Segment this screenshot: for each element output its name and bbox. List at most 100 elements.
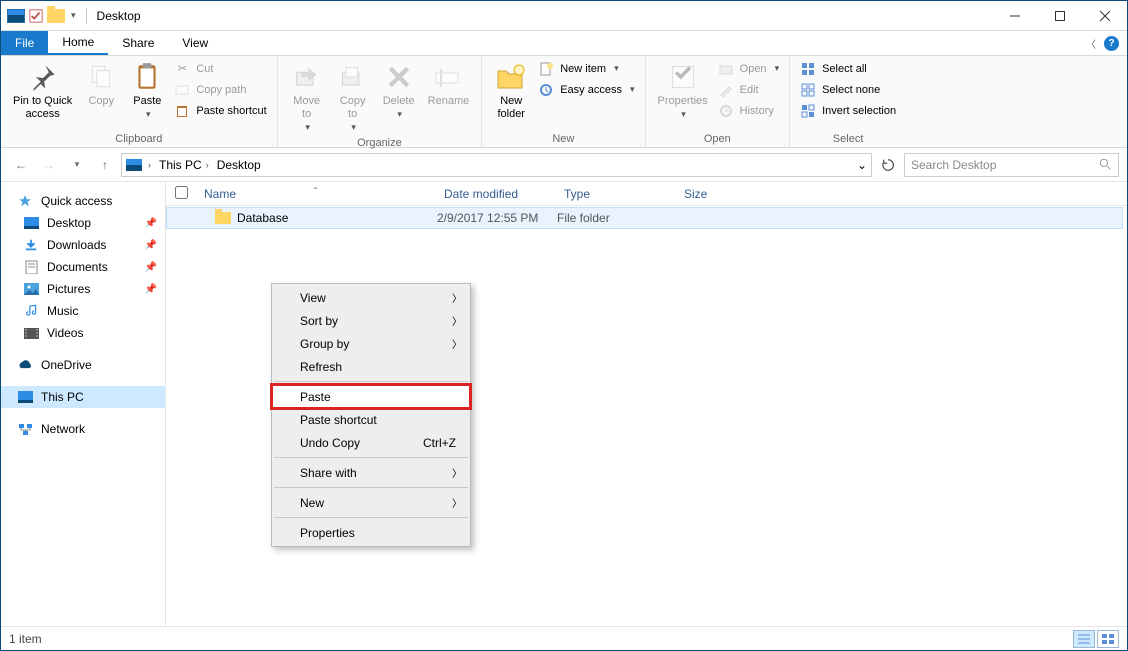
tab-file[interactable]: File bbox=[1, 31, 48, 55]
close-button[interactable] bbox=[1082, 1, 1127, 30]
search-input[interactable]: Search Desktop bbox=[904, 153, 1119, 177]
breadcrumb-desktop[interactable]: Desktop bbox=[215, 158, 263, 172]
location-icon bbox=[126, 159, 142, 171]
chevron-right-icon: 〉 bbox=[452, 495, 462, 510]
context-menu-paste-shortcut[interactable]: Paste shortcut bbox=[272, 408, 470, 431]
select-all-button[interactable]: Select all bbox=[796, 58, 900, 79]
context-menu-sort-by[interactable]: Sort by〉 bbox=[272, 309, 470, 332]
sidebar-item-desktop[interactable]: Desktop📌 bbox=[1, 212, 165, 234]
invert-selection-button[interactable]: Invert selection bbox=[796, 100, 900, 121]
maximize-button[interactable] bbox=[1037, 1, 1082, 30]
network-icon bbox=[17, 421, 33, 437]
context-menu-properties[interactable]: Properties bbox=[272, 521, 470, 544]
sidebar-item-music[interactable]: Music bbox=[1, 300, 165, 322]
view-large-icons-button[interactable] bbox=[1097, 630, 1119, 648]
context-menu-refresh[interactable]: Refresh bbox=[272, 355, 470, 378]
rename-icon bbox=[432, 61, 464, 93]
column-header-date[interactable]: Date modified bbox=[436, 187, 556, 201]
column-headers: Name⌃ Date modified Type Size bbox=[166, 182, 1127, 206]
sidebar-this-pc[interactable]: This PC bbox=[1, 386, 165, 408]
recent-dropdown[interactable]: ▾ bbox=[65, 153, 89, 177]
easy-access-button[interactable]: Easy access▾ bbox=[534, 79, 638, 100]
sidebar-item-videos[interactable]: Videos bbox=[1, 322, 165, 344]
properties-button: Properties▾ bbox=[652, 58, 714, 124]
select-all-icon bbox=[800, 61, 816, 77]
delete-icon bbox=[383, 61, 415, 93]
open-icon bbox=[718, 61, 734, 77]
copy-path-icon bbox=[174, 82, 190, 98]
pictures-icon bbox=[23, 281, 39, 297]
column-header-size[interactable]: Size bbox=[676, 187, 756, 201]
ribbon-group-organize: Move to▾ Copy to▾ Delete▾ Rename Organiz… bbox=[278, 56, 483, 147]
select-none-button[interactable]: Select none bbox=[796, 79, 900, 100]
sidebar-onedrive[interactable]: OneDrive bbox=[1, 354, 165, 376]
delete-button: Delete▾ bbox=[376, 58, 422, 124]
this-pc-icon bbox=[17, 389, 33, 405]
chevron-right-icon: 〉 bbox=[452, 313, 462, 328]
column-header-type[interactable]: Type bbox=[556, 187, 676, 201]
app-monitor-icon bbox=[7, 9, 25, 23]
pin-icon: 📌 bbox=[145, 240, 157, 251]
folder-icon bbox=[47, 9, 65, 23]
content-area: Quick access Desktop📌 Downloads📌 Documen… bbox=[1, 182, 1127, 626]
sidebar-quick-access[interactable]: Quick access bbox=[1, 190, 165, 212]
context-menu-paste[interactable]: Paste bbox=[272, 385, 470, 408]
folder-icon bbox=[215, 212, 231, 224]
rename-button: Rename bbox=[422, 58, 476, 111]
minimize-button[interactable] bbox=[992, 1, 1037, 30]
up-button[interactable]: ↑ bbox=[93, 153, 117, 177]
title-bar: ▾ Desktop bbox=[1, 1, 1127, 31]
help-icon[interactable]: ? bbox=[1104, 36, 1119, 51]
view-details-button[interactable] bbox=[1073, 630, 1095, 648]
tab-view[interactable]: View bbox=[168, 31, 222, 55]
context-menu-new[interactable]: New〉 bbox=[272, 491, 470, 514]
column-header-name[interactable]: Name⌃ bbox=[196, 187, 436, 201]
select-all-checkbox[interactable] bbox=[175, 186, 188, 199]
new-item-icon bbox=[538, 61, 554, 77]
context-menu-undo-copy[interactable]: Undo CopyCtrl+Z bbox=[272, 431, 470, 454]
chevron-right-icon: 〉 bbox=[452, 465, 462, 480]
edit-button: Edit bbox=[714, 79, 783, 100]
tab-share[interactable]: Share bbox=[108, 31, 168, 55]
onedrive-icon bbox=[17, 357, 33, 373]
sidebar-network[interactable]: Network bbox=[1, 418, 165, 440]
search-icon bbox=[1099, 158, 1112, 171]
refresh-button[interactable] bbox=[876, 158, 900, 172]
ribbon: Pin to Quick access Copy Paste ▾ ✂Cut Co… bbox=[1, 56, 1127, 148]
pin-icon bbox=[27, 61, 59, 93]
paste-shortcut-icon bbox=[174, 103, 190, 119]
back-button[interactable]: ← bbox=[9, 153, 33, 177]
chevron-down-icon[interactable]: ▾ bbox=[71, 10, 76, 21]
cut-button: ✂Cut bbox=[170, 58, 270, 79]
sidebar-item-pictures[interactable]: Pictures📌 bbox=[1, 278, 165, 300]
ribbon-group-clipboard: Pin to Quick access Copy Paste ▾ ✂Cut Co… bbox=[1, 56, 278, 147]
forward-button: → bbox=[37, 153, 61, 177]
context-menu-group-by[interactable]: Group by〉 bbox=[272, 332, 470, 355]
pin-to-quick-access-button[interactable]: Pin to Quick access bbox=[7, 58, 78, 124]
context-menu-view[interactable]: View〉 bbox=[272, 286, 470, 309]
chevron-down-icon[interactable]: ▾ bbox=[146, 108, 151, 121]
address-bar[interactable]: › This PC› Desktop ⌄ bbox=[121, 153, 872, 177]
new-folder-button[interactable]: New folder bbox=[488, 58, 534, 124]
tab-home[interactable]: Home bbox=[48, 31, 108, 55]
new-item-button[interactable]: New item▾ bbox=[534, 58, 638, 79]
copy-to-icon bbox=[337, 61, 369, 93]
cut-icon: ✂ bbox=[174, 61, 190, 77]
address-dropdown-icon[interactable]: ⌄ bbox=[857, 158, 867, 172]
ribbon-collapse-icon[interactable]: 〈 bbox=[1086, 36, 1096, 51]
context-menu-share-with[interactable]: Share with〉 bbox=[272, 461, 470, 484]
videos-icon bbox=[23, 325, 39, 341]
chevron-right-icon: 〉 bbox=[452, 336, 462, 351]
paste-shortcut-button[interactable]: Paste shortcut bbox=[170, 100, 270, 121]
status-bar: 1 item bbox=[1, 626, 1127, 650]
file-row[interactable]: Database 2/9/2017 12:55 PM File folder bbox=[166, 207, 1123, 229]
qa-check-icon[interactable] bbox=[29, 9, 43, 23]
invert-selection-icon bbox=[800, 103, 816, 119]
sidebar-item-downloads[interactable]: Downloads📌 bbox=[1, 234, 165, 256]
context-menu: View〉 Sort by〉 Group by〉 Refresh Paste P… bbox=[271, 283, 471, 547]
breadcrumb-this-pc[interactable]: This PC› bbox=[157, 158, 211, 172]
sidebar-item-documents[interactable]: Documents📌 bbox=[1, 256, 165, 278]
paste-button[interactable]: Paste ▾ bbox=[124, 58, 170, 124]
copy-icon bbox=[85, 61, 117, 93]
edit-icon bbox=[718, 82, 734, 98]
